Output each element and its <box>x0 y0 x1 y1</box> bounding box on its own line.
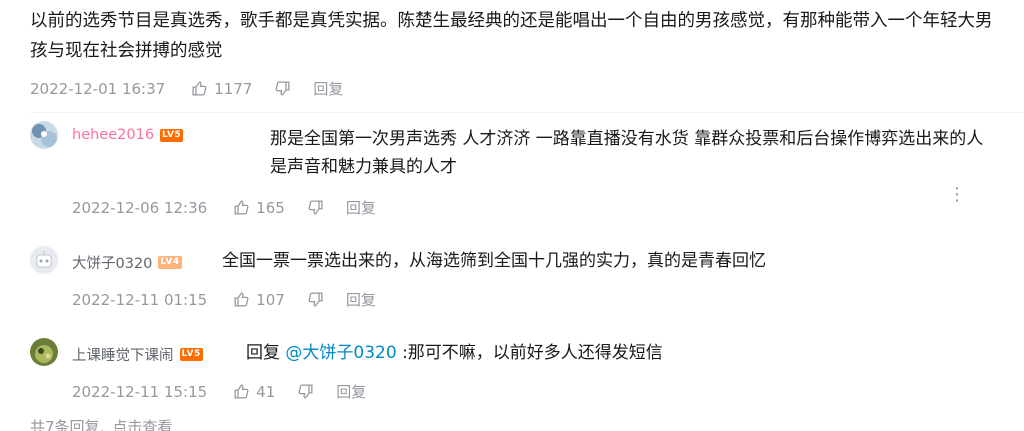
thumbs-down-icon <box>308 200 323 215</box>
reply-button[interactable]: 回复 <box>336 381 366 402</box>
thumbs-up-icon <box>234 200 249 215</box>
mention-link[interactable]: @大饼子0320 <box>285 343 396 363</box>
reply-text: 回复 @大饼子0320 :那可不嘛，以前好多人还得发短信 <box>246 339 1006 367</box>
avatar[interactable] <box>30 246 58 274</box>
reply-text: 那是全国第一次男声选秀 人才济济 一路靠直播没有水货 靠群众投票和后台操作博弈选… <box>270 129 984 177</box>
thumbs-up-icon <box>192 81 207 96</box>
like-count: 1177 <box>214 79 253 98</box>
like-count: 165 <box>256 198 285 217</box>
comment-time: 2022-12-01 16:37 <box>30 79 166 98</box>
avatar-image <box>30 121 58 149</box>
thumbs-up-icon <box>234 384 249 399</box>
reply-text: 全国一票一票选出来的，从海选筛到全国十几强的实力，真的是青春回忆 <box>222 251 766 271</box>
level-badge: LV4 <box>158 256 182 269</box>
level-badge: LV5 <box>179 348 203 361</box>
level-badge: LV5 <box>160 128 184 142</box>
reply-meta: 2022-12-06 12:36 165 回复 <box>72 197 376 218</box>
dislike-button[interactable] <box>274 80 291 97</box>
thumbs-up-icon <box>234 292 249 307</box>
like-button[interactable]: 165 <box>233 199 285 217</box>
reply-count-text: 共7条回复, <box>30 418 105 431</box>
view-more-link[interactable]: 点击查看 <box>112 418 172 431</box>
reply-button[interactable]: 回复 <box>346 197 376 218</box>
reply-meta: 2022-12-11 15:15 41 回复 <box>72 381 366 402</box>
reply-username[interactable]: 大饼子0320 LV4 <box>72 252 182 273</box>
main-comment-meta: 2022-12-01 16:37 1177 回复 <box>30 78 343 99</box>
comment-time: 2022-12-11 01:15 <box>72 290 208 309</box>
reply-meta: 2022-12-11 01:15 107 回复 <box>72 289 376 310</box>
thumbs-down-icon <box>298 384 313 399</box>
like-button[interactable]: 107 <box>233 291 285 309</box>
reply-username[interactable]: 上课睡觉下课闹 LV5 <box>72 344 203 365</box>
avatar[interactable] <box>30 121 58 149</box>
like-count: 107 <box>256 290 285 309</box>
avatar-image <box>30 246 58 274</box>
avatar-image <box>30 338 58 366</box>
thumbs-down-icon <box>308 292 323 307</box>
dislike-button[interactable] <box>297 383 314 400</box>
reply-body: :那可不嘛，以前好多人还得发短信 <box>396 343 663 363</box>
like-button[interactable]: 1177 <box>191 80 252 98</box>
view-replies-footer: 共7条回复, 点击查看 <box>30 416 172 431</box>
more-options-icon[interactable]: ⋮ <box>948 186 966 204</box>
thumbs-down-icon <box>275 81 290 96</box>
avatar[interactable] <box>30 338 58 366</box>
comment-time: 2022-12-06 12:36 <box>72 198 208 217</box>
comment-time: 2022-12-11 15:15 <box>72 382 208 401</box>
reply-button[interactable]: 回复 <box>313 78 343 99</box>
reply-button[interactable]: 回复 <box>346 289 376 310</box>
like-count: 41 <box>256 382 276 401</box>
like-button[interactable]: 41 <box>233 383 275 401</box>
main-comment-text: 以前的选秀节目是真选秀，歌手都是真凭实据。陈楚生最经典的还是能唱出一个自由的男孩… <box>30 11 993 61</box>
dislike-button[interactable] <box>307 199 324 216</box>
reply-prefix: 回复 <box>246 343 286 363</box>
dislike-button[interactable] <box>307 291 324 308</box>
reply-username[interactable]: hehee2016 LV5 <box>72 127 184 143</box>
divider <box>30 112 1024 113</box>
